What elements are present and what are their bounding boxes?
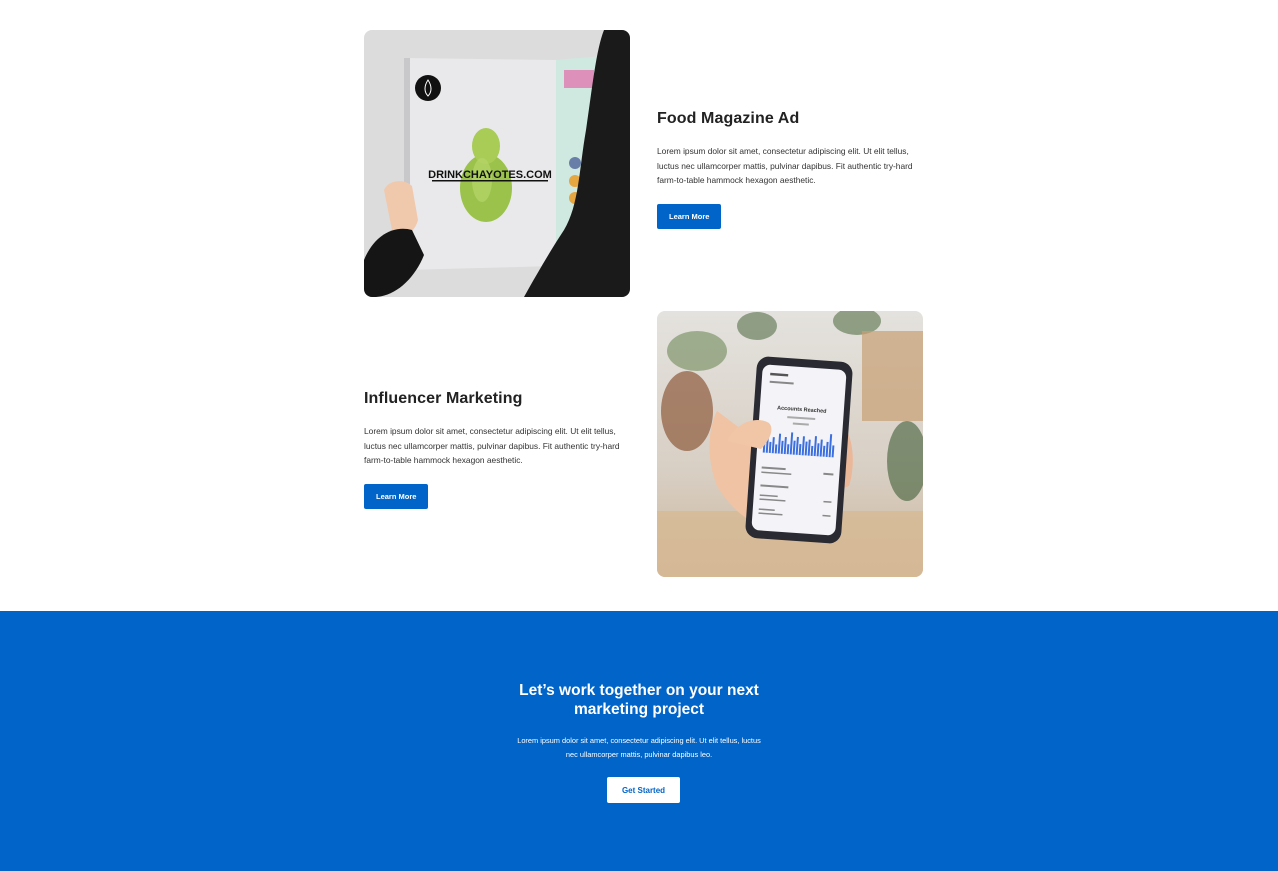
project-influencer-marketing: Influencer Marketing Lorem ipsum dolor s… [364, 390, 634, 509]
learn-more-button[interactable]: Learn More [657, 203, 722, 229]
get-started-button[interactable]: Get Started [607, 777, 680, 803]
cta-section: Let’s work together on your next marketi… [0, 611, 1278, 871]
magazine-illustration: DRINKCHAYOTES.COM [364, 30, 630, 297]
project-description: Lorem ipsum dolor sit amet, consectetur … [364, 426, 620, 466]
project-title: Influencer Marketing [364, 390, 523, 407]
phone-illustration: Accounts Reached [657, 311, 923, 577]
cta-title-line1: Let’s work together on your next [519, 682, 759, 699]
magazine-text: DRINKCHAYOTES.COM [428, 169, 552, 181]
cta-title-line2: marketing project [573, 701, 705, 718]
phone-photo: Accounts Reached [657, 311, 923, 577]
project-title: Food Magazine Ad [657, 110, 800, 127]
cta-text-line1: Lorem ipsum dolor sit amet, consectetur … [517, 736, 761, 745]
cta-text-line2: nec ullamcorper mattis, pulvinar dapibus… [565, 750, 713, 759]
project-description: Lorem ipsum dolor sit amet, consectetur … [657, 146, 913, 186]
project-food-magazine: Food Magazine Ad Lorem ipsum dolor sit a… [657, 110, 927, 229]
cta-title: Let’s work together on your next marketi… [0, 681, 1278, 719]
learn-more-button[interactable]: Learn More [364, 483, 429, 509]
magazine-photo: DRINKCHAYOTES.COM [364, 30, 630, 297]
cta-text: Lorem ipsum dolor sit amet, consectetur … [0, 734, 1278, 762]
